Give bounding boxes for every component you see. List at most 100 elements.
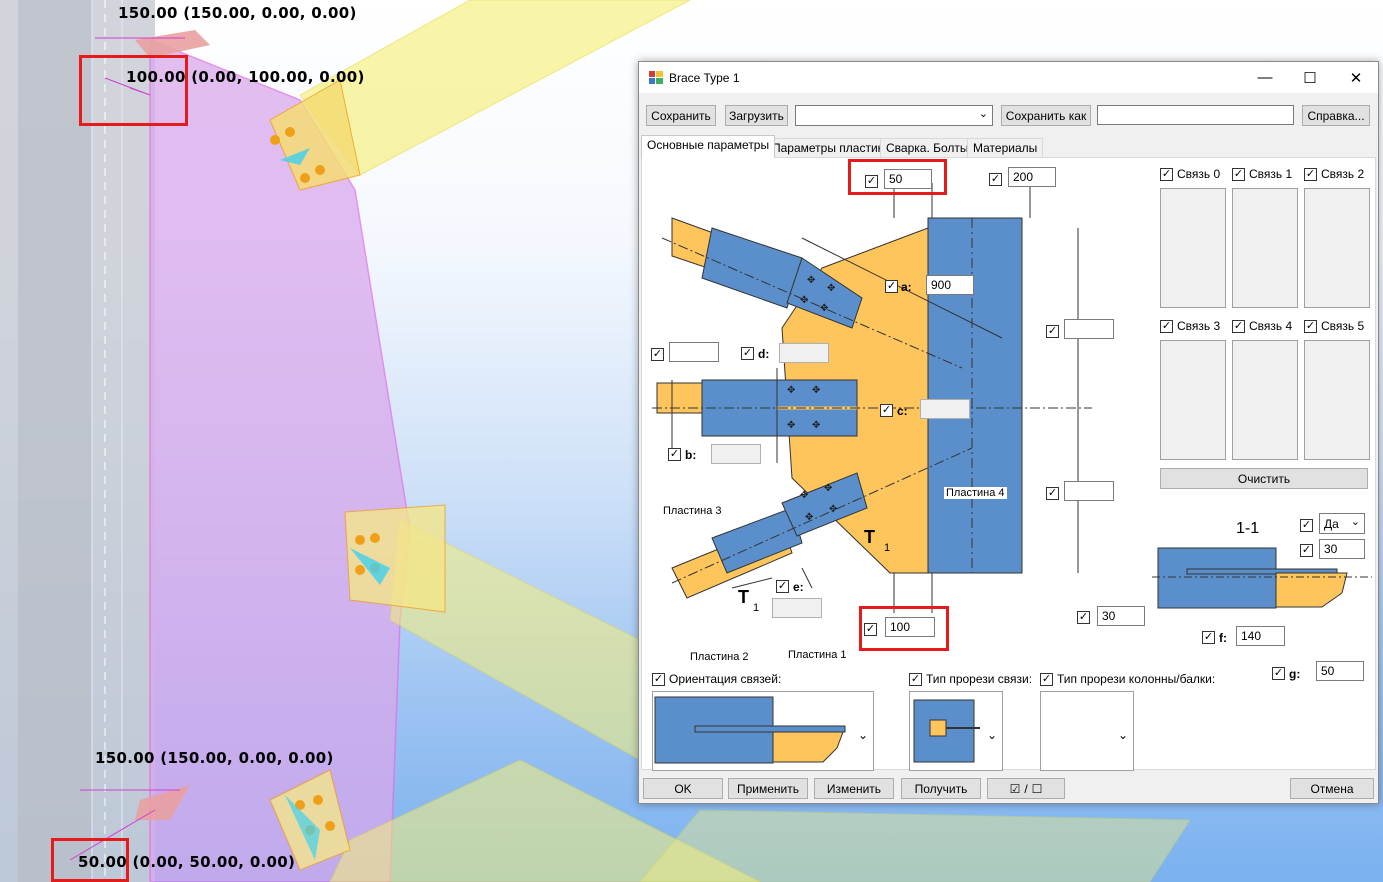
- help-button[interactable]: Справка...: [1302, 105, 1370, 126]
- cancel-button[interactable]: Отмена: [1290, 778, 1374, 799]
- cut-brace-checkbox[interactable]: ✓: [909, 673, 922, 686]
- tab-main-params[interactable]: Основные параметры: [641, 135, 776, 158]
- ok-button[interactable]: OK: [643, 778, 723, 799]
- top-right-input[interactable]: 200: [1008, 167, 1056, 187]
- section-title: 1-1: [1236, 520, 1260, 537]
- load-button[interactable]: Загрузить: [725, 105, 788, 126]
- section-30-top-checkbox[interactable]: ✓: [1300, 544, 1313, 557]
- brace-1-preview[interactable]: [1232, 188, 1298, 308]
- cut-column-checkbox[interactable]: ✓: [1040, 673, 1053, 686]
- brace-0-checkbox[interactable]: ✓: [1160, 168, 1173, 181]
- f-checkbox[interactable]: ✓: [1202, 631, 1215, 644]
- cut-column-picker[interactable]: ⌄: [1040, 691, 1134, 771]
- brace-3-checkbox[interactable]: ✓: [1160, 320, 1173, 333]
- b-checkbox[interactable]: ✓: [668, 448, 681, 461]
- svg-text:✥: ✥: [787, 420, 795, 431]
- svg-text:✥: ✥: [812, 385, 820, 396]
- callout-plate-4: Пластина 4: [944, 487, 1007, 499]
- brace-2-checkbox[interactable]: ✓: [1304, 168, 1317, 181]
- save-button[interactable]: Сохранить: [646, 105, 716, 126]
- left-input[interactable]: [669, 342, 719, 362]
- get-button[interactable]: Получить: [901, 778, 981, 799]
- f-label: f:: [1219, 631, 1227, 645]
- brace-2-preview[interactable]: [1304, 188, 1370, 308]
- save-as-name-input[interactable]: [1097, 105, 1294, 125]
- app-icon: [649, 71, 663, 84]
- left-checkbox[interactable]: ✓: [651, 348, 664, 361]
- b-input[interactable]: [711, 444, 761, 464]
- d-checkbox[interactable]: ✓: [741, 347, 754, 360]
- clear-button[interactable]: Очистить: [1160, 468, 1368, 489]
- right-upper-checkbox[interactable]: ✓: [1046, 325, 1059, 338]
- svg-text:T: T: [738, 587, 749, 607]
- e-input[interactable]: [772, 598, 822, 618]
- a-checkbox[interactable]: ✓: [885, 280, 898, 293]
- d-input[interactable]: [779, 343, 829, 363]
- b-label: b:: [685, 448, 697, 462]
- right-lower-checkbox[interactable]: ✓: [1046, 487, 1059, 500]
- g-input[interactable]: 50: [1316, 661, 1364, 681]
- minimize-button[interactable]: —: [1242, 62, 1288, 93]
- close-icon: ✕: [1349, 69, 1363, 87]
- chevron-down-icon: ⌄: [978, 108, 988, 120]
- brace-type-dialog: Brace Type 1 — ☐ ✕ Сохранить Загрузить ⌄…: [638, 61, 1379, 804]
- top-right-checkbox[interactable]: ✓: [989, 173, 1002, 186]
- c-input[interactable]: [920, 399, 970, 419]
- section-30-top-input[interactable]: 30: [1319, 539, 1365, 559]
- right-lower-input[interactable]: [1064, 481, 1114, 501]
- brace-2-label: Связь 2: [1321, 167, 1365, 181]
- c-checkbox[interactable]: ✓: [880, 404, 893, 417]
- svg-text:T: T: [864, 527, 875, 547]
- section-30-left-checkbox[interactable]: ✓: [1077, 611, 1090, 624]
- callout-plate-3: Пластина 3: [661, 505, 724, 517]
- brace-5-checkbox[interactable]: ✓: [1304, 320, 1317, 333]
- cut-brace-picker[interactable]: ⌄: [909, 691, 1003, 771]
- f-input[interactable]: 140: [1236, 626, 1285, 646]
- e-checkbox[interactable]: ✓: [776, 580, 789, 593]
- callout-plate-1: Пластина 1: [786, 649, 849, 661]
- brace-5-label: Связь 5: [1321, 319, 1365, 333]
- orientation-preview: [654, 696, 846, 764]
- section-yes-checkbox[interactable]: ✓: [1300, 519, 1313, 532]
- apply-button[interactable]: Применить: [728, 778, 808, 799]
- brace-0-preview[interactable]: [1160, 188, 1226, 308]
- chevron-down-icon: ⌄: [1350, 516, 1360, 528]
- tab-plate-params[interactable]: Параметры пластин: [766, 138, 891, 157]
- checked-box-icon: ☑: [1009, 781, 1021, 796]
- section-mark-lower: 1: [753, 602, 760, 614]
- brace-3-label: Связь 3: [1177, 319, 1221, 333]
- brace-3-preview[interactable]: [1160, 340, 1226, 460]
- a-label: a:: [901, 280, 912, 294]
- a-input[interactable]: 900: [926, 275, 974, 295]
- brace-1-label: Связь 1: [1249, 167, 1293, 181]
- callout-plate-2: Пластина 2: [688, 651, 751, 663]
- orientation-picker[interactable]: ⌄: [652, 691, 874, 771]
- svg-text:✥: ✥: [800, 490, 808, 501]
- maximize-button[interactable]: ☐: [1287, 62, 1333, 93]
- tab-materials[interactable]: Материалы: [967, 138, 1044, 157]
- chevron-down-icon: ⌄: [1117, 728, 1128, 742]
- modify-button[interactable]: Изменить: [814, 778, 894, 799]
- toggle-all-button[interactable]: ☑ / ☐: [987, 778, 1065, 799]
- orientation-checkbox[interactable]: ✓: [652, 673, 665, 686]
- section-30-left-input[interactable]: 30: [1097, 606, 1145, 626]
- cut-brace-preview: [913, 699, 980, 763]
- brace-5-preview[interactable]: [1304, 340, 1370, 460]
- maximize-icon: ☐: [1303, 69, 1317, 87]
- title-bar[interactable]: Brace Type 1 — ☐ ✕: [639, 62, 1378, 93]
- tab-welding-bolts[interactable]: Сварка. Болты: [880, 138, 975, 157]
- brace-4-checkbox[interactable]: ✓: [1232, 320, 1245, 333]
- svg-text:✥: ✥: [807, 275, 815, 286]
- save-as-button[interactable]: Сохранить как: [1001, 105, 1091, 126]
- preset-combo[interactable]: ⌄: [795, 105, 993, 126]
- g-checkbox[interactable]: ✓: [1272, 667, 1285, 680]
- right-upper-input[interactable]: [1064, 319, 1114, 339]
- orientation-label: Ориентация связей:: [669, 672, 782, 686]
- section-yes-combo[interactable]: Да ⌄: [1319, 513, 1365, 534]
- brace-1-checkbox[interactable]: ✓: [1232, 168, 1245, 181]
- close-button[interactable]: ✕: [1333, 62, 1379, 93]
- e-label: e:: [793, 580, 804, 594]
- svg-text:✥: ✥: [812, 420, 820, 431]
- brace-4-preview[interactable]: [1232, 340, 1298, 460]
- highlight-box-bottom-gap: [859, 606, 949, 651]
